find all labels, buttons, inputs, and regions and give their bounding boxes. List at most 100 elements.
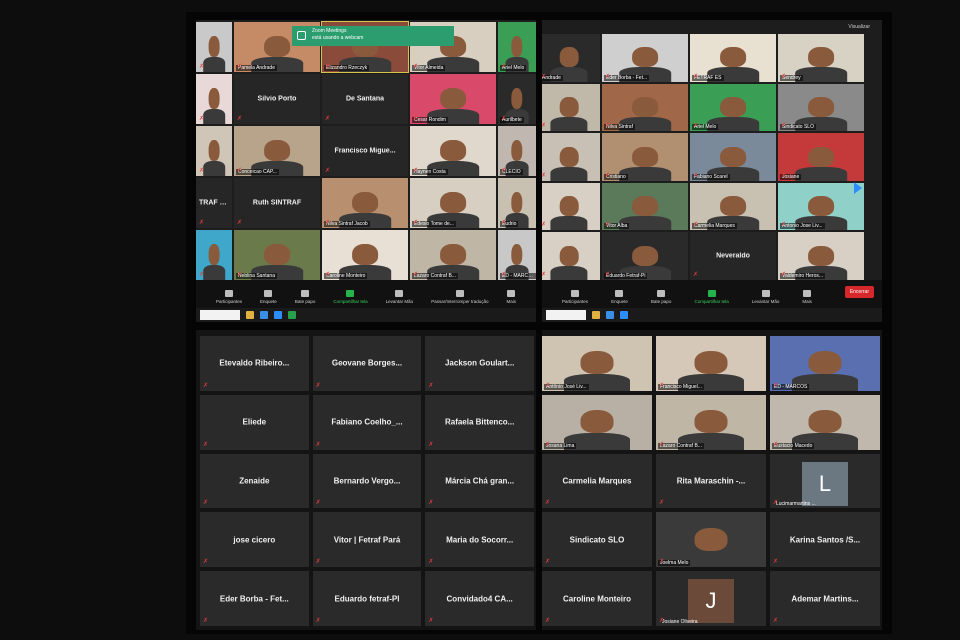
participant-tile[interactable]: Eliede ✗ [200, 394, 309, 450]
toolbar-button-compartilhar-tela[interactable]: Compartilhar tela [695, 290, 729, 304]
next-page-arrow-icon[interactable] [854, 182, 862, 194]
participant-tile[interactable]: ✗ [542, 83, 600, 132]
participant-tile[interactable]: Karina Santos /S... ✗ [770, 512, 880, 568]
participant-tile[interactable]: Sindicato SLO ✗ [778, 83, 864, 132]
participant-tile[interactable]: ✗ [542, 232, 600, 280]
participant-tile[interactable]: J Josiane Oliveira ✗ [656, 571, 766, 626]
participant-tile[interactable]: Ariel Melo ✗ [498, 22, 536, 72]
participant-tile[interactable]: Aurilbete ✗ [498, 74, 536, 124]
participant-tile[interactable]: Silvio Porto ✗ [234, 74, 320, 124]
participant-tile[interactable]: Francisco Miguel... ✗ [656, 336, 766, 391]
participant-tile[interactable]: ✗ [542, 133, 600, 181]
participant-tile[interactable]: Fabiano Scarel ✗ [690, 133, 776, 181]
excel-icon[interactable] [288, 311, 296, 319]
participant-tile[interactable]: Eder Borba - Fet... ✗ [200, 571, 309, 626]
participant-tile[interactable]: Jackson Goulart... ✗ [425, 336, 534, 391]
participant-tile[interactable]: Ruth SINTRAF ✗ [234, 178, 320, 228]
participant-tile[interactable]: ✗ [196, 230, 232, 280]
end-meeting-button[interactable]: Encerrar [844, 286, 874, 298]
participant-tile[interactable]: Vitor | Fetraf Pará ✗ [312, 512, 422, 568]
participant-tile[interactable]: Vitor Alba ✗ [602, 182, 688, 231]
toolbar-button-enquete[interactable]: Enquete [260, 290, 277, 304]
participant-tile[interactable]: ✗ [196, 126, 232, 176]
browser-icon[interactable] [260, 311, 268, 319]
zoom-icon[interactable] [620, 311, 628, 319]
participant-tile[interactable]: Eder Borba - Fet... ✗ [602, 34, 688, 82]
toolbar-button-levantar-m-o[interactable]: Levantar Mão [386, 290, 413, 304]
toolbar-button-passar-interromper-tradu-o[interactable]: Passar/Interromper tradução [431, 290, 488, 304]
participant-tile[interactable]: Andrade ✗ [542, 34, 600, 82]
participant-tile[interactable]: ED - MARCOS ✗ [770, 336, 880, 391]
participant-tile[interactable]: jose cicero ✗ [200, 512, 309, 568]
toolbar-button-bate-papo[interactable]: Bate papo [651, 290, 671, 304]
participant-tile[interactable]: Lazaro Contraf B... ✗ [410, 230, 496, 280]
participant-tile[interactable]: Rita Maraschin -... ✗ [656, 453, 766, 509]
participant-tile[interactable]: ✗ [196, 22, 232, 72]
toolbar-button-participantes[interactable]: Participantes [562, 290, 588, 304]
participant-tile[interactable]: Rafaela Bittenco... ✗ [425, 394, 534, 450]
participant-tile[interactable]: Bernardo Vergo... ✗ [312, 453, 422, 509]
participant-tile[interactable]: Carmelia Marques ✗ [542, 453, 652, 509]
participant-face [808, 351, 842, 375]
participant-tile[interactable]: Valdemiro Heros... ✗ [778, 232, 864, 280]
toolbar-button-enquete[interactable]: Enquete [611, 290, 628, 304]
participant-tile[interactable]: ✗ [542, 182, 600, 231]
toolbar-button-mais[interactable]: Mais [506, 290, 516, 304]
participant-tile[interactable]: FETRAF ES ✗ [690, 34, 776, 82]
participant-tile[interactable]: Josana Lima ✗ [542, 394, 652, 450]
taskbar-search[interactable] [546, 310, 586, 320]
participant-tile[interactable]: Conceicao CAP... ✗ [234, 126, 320, 176]
participant-tile[interactable]: Lazaro Contraf B... ✗ [656, 394, 766, 450]
participant-tile[interactable]: Neveraldo ✗ [690, 232, 776, 280]
folder-icon[interactable] [592, 311, 600, 319]
participant-tile[interactable]: Eustacio Macedo ✗ [770, 394, 880, 450]
toolbar-button-levantar-m-o[interactable]: Levantar Mão [752, 290, 779, 304]
participant-tile[interactable]: L Lucimarmartins ... ✗ [770, 453, 880, 509]
participant-tile[interactable]: TRAF RN ✗ [196, 178, 232, 228]
participant-tile[interactable]: Etevaldo Ribeiro... ✗ [200, 336, 309, 391]
webcam-notification[interactable]: Zoom Meetings está usando a webcam [292, 26, 454, 46]
participant-tile[interactable]: Josiane ✗ [778, 133, 864, 181]
participant-tile[interactable]: Ademar Martins... ✗ [770, 571, 880, 626]
participant-tile[interactable]: CLECIO ✗ [498, 126, 536, 176]
toolbar-button-participantes[interactable]: Participantes [216, 290, 242, 304]
toolbar-button-compartilhar-tela[interactable]: Compartilhar tela [333, 290, 368, 304]
participant-tile[interactable]: Maria do Socorr... ✗ [425, 512, 534, 568]
toolbar-button-bate-papo[interactable]: Bate papo [295, 290, 315, 304]
participant-tile[interactable]: Antonio Jose Liv... ✗ [778, 182, 864, 231]
view-button[interactable]: Visualizar [848, 24, 870, 30]
participant-tile[interactable]: Nilva Sintraf Jacob ✗ [322, 178, 408, 228]
participant-tile[interactable]: Sendrey ✗ [778, 34, 864, 82]
participant-tile[interactable]: Joelma Melo ✗ [656, 512, 766, 568]
participant-tile[interactable]: Fabiano Coelho_... ✗ [312, 394, 422, 450]
participant-tile[interactable]: Caroline Monteiro ✗ [542, 571, 652, 626]
participant-tile[interactable]: Eudrio ✗ [498, 178, 536, 228]
participant-tile[interactable]: Zenaide ✗ [200, 453, 309, 509]
participant-tile[interactable]: Cesar Rondim ✗ [410, 74, 496, 124]
folder-icon[interactable] [246, 311, 254, 319]
toolbar-button-mais[interactable]: Mais [802, 290, 812, 304]
participant-tile[interactable]: Antônio José Liv... ✗ [542, 336, 652, 391]
participant-tile[interactable]: Cristiano ✗ [602, 133, 688, 181]
participant-tile[interactable]: Geovane Borges... ✗ [312, 336, 422, 391]
participant-tile[interactable]: Márcia Chá gran... ✗ [425, 453, 534, 509]
participant-tile[interactable]: ✗ [196, 74, 232, 124]
participant-tile[interactable]: Ariel Melo ✗ [690, 83, 776, 132]
participant-tile[interactable]: Edesio Tome de... ✗ [410, 178, 496, 228]
participant-tile[interactable]: Sindicato SLO ✗ [542, 512, 652, 568]
participant-tile[interactable]: Eduardo Fetraf-Pi ✗ [602, 232, 688, 280]
participant-tile[interactable]: Haynen Costa ✗ [410, 126, 496, 176]
participant-tile[interactable]: ED - MARCOS ✗ [498, 230, 536, 280]
browser-icon[interactable] [606, 311, 614, 319]
participant-tile[interactable]: Neblina Santana ✗ [234, 230, 320, 280]
participant-tile[interactable]: Eduardo fetraf-PI ✗ [312, 571, 422, 626]
zoom-icon[interactable] [274, 311, 282, 319]
participant-tile[interactable]: Caroline Monteiro ✗ [322, 230, 408, 280]
participant-tile[interactable]: Francisco Migue... ✗ [322, 126, 408, 176]
participant-face [720, 196, 746, 217]
participant-tile[interactable]: Nilva Sintraf ✗ [602, 83, 688, 132]
participant-tile[interactable]: Carmelia Marques ✗ [690, 182, 776, 231]
participant-tile[interactable]: Convidado4 CA... ✗ [425, 571, 534, 626]
taskbar-search[interactable] [200, 310, 240, 320]
participant-tile[interactable]: De Santana ✗ [322, 74, 408, 124]
